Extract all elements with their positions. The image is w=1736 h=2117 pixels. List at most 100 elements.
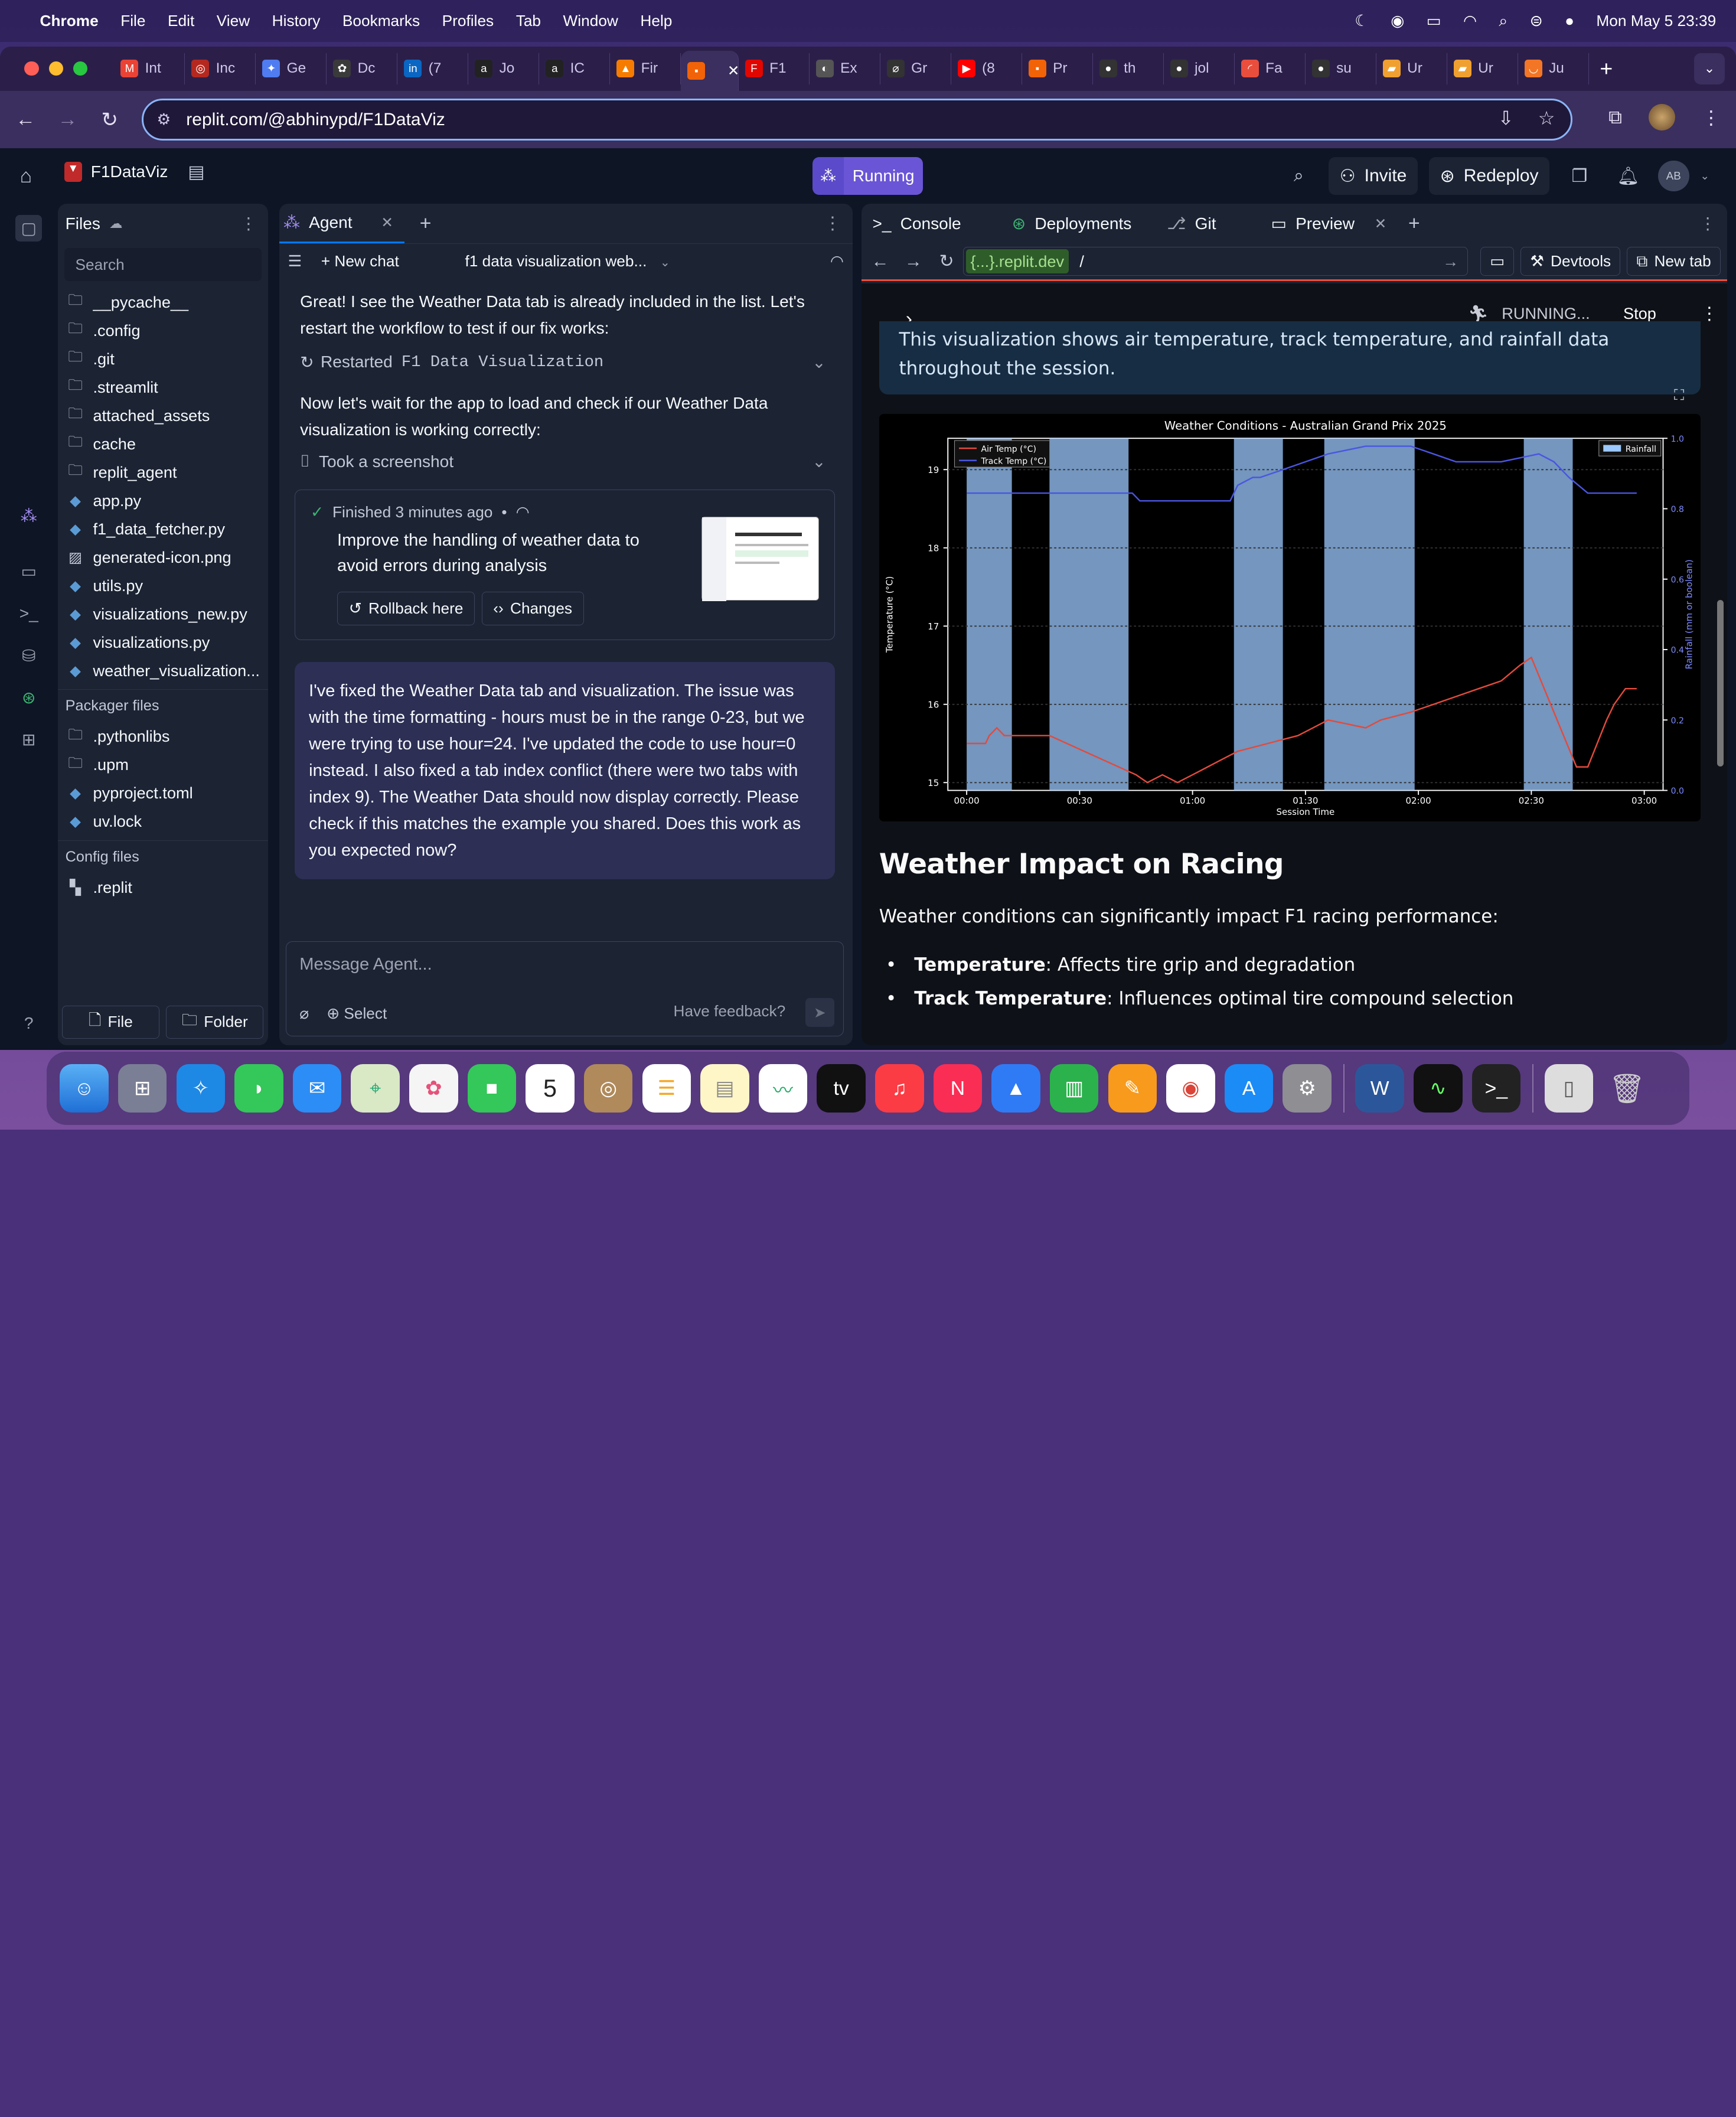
rollback-button[interactable]: ↺ Rollback here	[337, 592, 475, 625]
action-restarted[interactable]: ↻ Restarted F1 Data Visualization ⌄	[279, 345, 853, 379]
chrome-tab[interactable]: F F1	[739, 53, 810, 84]
file-tree-item[interactable]: 🗀︎ cache	[58, 430, 268, 458]
zoom-window-button[interactable]	[73, 61, 88, 76]
menu-window[interactable]: Window	[563, 12, 618, 30]
file-tree-item[interactable]: 🗀︎ .pythonlibs	[58, 722, 268, 751]
menu-file[interactable]: File	[120, 12, 145, 30]
tab-agent[interactable]: ⁂ Agent ✕	[279, 204, 404, 243]
tab-preview[interactable]: ▭ Preview ✕	[1260, 204, 1404, 244]
close-tab-icon[interactable]: ✕	[1375, 215, 1386, 233]
user-avatar[interactable]: AB	[1658, 160, 1689, 192]
bookmark-star-icon[interactable]: ☆	[1538, 107, 1555, 129]
file-tree-item[interactable]: ◆ weather_visualization...	[58, 657, 268, 685]
files-search-input[interactable]: Search	[64, 248, 262, 282]
select-button[interactable]: ⊕ Select	[327, 1004, 387, 1023]
chat-list-icon[interactable]: ☰	[288, 252, 321, 270]
action-screenshot[interactable]: ⌷ Took a screenshot ⌄	[279, 445, 853, 478]
devtools-button[interactable]: ⚒ Devtools	[1520, 247, 1621, 276]
chrome-tab[interactable]: ◜ Fa	[1235, 53, 1306, 84]
menu-view[interactable]: View	[217, 12, 250, 30]
agent-composer[interactable]: Message Agent... ⌀ ⊕ Select Have feedbac…	[285, 941, 844, 1036]
app-store-icon[interactable]: A	[1224, 1064, 1274, 1113]
duplicate-icon[interactable]: ❐	[1561, 157, 1598, 195]
bell-icon[interactable]: 🔔︎	[1610, 157, 1647, 195]
changes-button[interactable]: ‹› Changes	[481, 592, 584, 625]
menu-history[interactable]: History	[272, 12, 321, 30]
chat-title-dropdown[interactable]: f1 data visualization web... ⌄	[465, 252, 670, 270]
preview-back-icon[interactable]: ←	[864, 252, 897, 272]
close-tab-icon[interactable]: ✕	[381, 214, 393, 231]
site-settings-icon[interactable]: ⚙	[157, 110, 171, 129]
new-tab-button[interactable]: ⧉ New tab	[1627, 247, 1721, 276]
panel-menu-kebab-icon[interactable]: ⋮	[1699, 214, 1716, 233]
mail-icon[interactable]: ✉	[292, 1064, 342, 1113]
database-icon[interactable]: ▤	[188, 162, 204, 182]
profile-avatar[interactable]	[1648, 104, 1675, 131]
tab-search-chevron-icon[interactable]: ⌄	[1693, 53, 1725, 84]
go-arrow-icon[interactable]: →	[1443, 252, 1458, 271]
terminal-icon[interactable]: >_	[1471, 1064, 1521, 1113]
file-tree-item[interactable]: ◆ f1_data_fetcher.py	[58, 515, 268, 543]
address-url[interactable]: replit.com/@abhinypd/F1DataViz	[186, 110, 445, 130]
reminders-icon[interactable]: ☰	[642, 1064, 691, 1113]
chrome-tab[interactable]: ✿ Dc	[327, 53, 398, 84]
safari-icon[interactable]: ✧	[176, 1064, 225, 1113]
moon-icon[interactable]: ☾	[1355, 12, 1369, 30]
tab-deployments[interactable]: ⊛ Deployments	[1001, 204, 1156, 244]
tab-git[interactable]: ⎇ Git	[1156, 204, 1260, 244]
agent-tool-icon[interactable]: ⁂	[15, 503, 42, 529]
chrome-tab[interactable]: ▪ ✕	[681, 51, 739, 91]
file-tree-item[interactable]: ◆ utils.py	[58, 572, 268, 600]
database-tool-icon[interactable]: ⛁	[15, 642, 42, 669]
extensions-puzzle-icon[interactable]: ⧉	[1608, 106, 1622, 129]
menu-help[interactable]: Help	[640, 12, 672, 30]
new-tab-plus-icon[interactable]: +	[1600, 56, 1613, 81]
keynote-icon[interactable]: ▲	[991, 1064, 1040, 1113]
files-tool-icon[interactable]: ▢	[15, 214, 43, 242]
message-agent-input[interactable]: Message Agent...	[299, 955, 432, 974]
trash-icon[interactable]: 🗑︎	[1603, 1064, 1652, 1113]
preview-path[interactable]: /	[1079, 252, 1084, 271]
close-window-button[interactable]	[24, 61, 39, 76]
stop-button[interactable]: Stop	[1623, 304, 1656, 323]
file-tree-item[interactable]: ◆ pyproject.toml	[58, 779, 268, 807]
chrome-icon[interactable]: ◉	[1166, 1064, 1215, 1113]
launchpad-icon[interactable]: ⊞	[118, 1064, 167, 1113]
chrome-tab[interactable]: ▰ Ur	[1376, 53, 1447, 84]
address-bar[interactable]: ⚙ replit.com/@abhinypd/F1DataViz ⇩ ☆	[142, 98, 1572, 141]
chrome-tab[interactable]: a Jo	[468, 53, 540, 84]
menu-bookmarks[interactable]: Bookmarks	[342, 12, 420, 30]
apple-tv-icon[interactable]: tv	[817, 1064, 866, 1113]
chrome-tab[interactable]: ● su	[1306, 53, 1376, 84]
app-menu-kebab-icon[interactable]: ⋮	[1701, 304, 1718, 324]
fullscreen-icon[interactable]: ⛶	[1674, 387, 1684, 404]
chrome-tab[interactable]: ◐ Ex	[810, 53, 880, 84]
paperclip-icon[interactable]: ⌀	[299, 1004, 309, 1023]
control-center-icon[interactable]: ⊜	[1530, 12, 1543, 30]
menu-tab[interactable]: Tab	[516, 12, 541, 30]
agent-menu-kebab-icon[interactable]: ⋮	[824, 213, 841, 234]
reload-icon[interactable]: ↻	[89, 108, 130, 132]
messages-icon[interactable]: ◗	[234, 1064, 283, 1113]
add-tab-plus-icon[interactable]: +	[420, 212, 432, 235]
chrome-menu-kebab-icon[interactable]: ⋮	[1702, 106, 1721, 129]
freeform-icon[interactable]: 〰	[758, 1064, 808, 1113]
all-tools-grid-icon[interactable]: ⊞	[15, 726, 42, 753]
news-icon[interactable]: N	[933, 1064, 983, 1113]
file-tree-item[interactable]: ◆ uv.lock	[58, 807, 268, 836]
pages-icon[interactable]: ✎	[1108, 1064, 1157, 1113]
device-toggle-button[interactable]: ▭	[1480, 247, 1514, 276]
file-tree-item[interactable]: 🗀︎ .config	[58, 317, 268, 345]
console-tool-icon[interactable]: >_	[15, 600, 42, 627]
activity-monitor-icon[interactable]: ∿	[1414, 1064, 1463, 1113]
chevron-down-icon[interactable]: ⌄	[812, 353, 826, 372]
menu-app-name[interactable]: Chrome	[40, 12, 99, 30]
project-switcher[interactable]: ▼ F1DataViz ▤	[64, 162, 205, 182]
file-tree-item[interactable]: ▚ .replit	[58, 873, 268, 902]
send-icon[interactable]: ➤	[805, 998, 834, 1027]
preview-reload-icon[interactable]: ↻	[930, 251, 963, 272]
preview-forward-icon[interactable]: →	[897, 252, 930, 272]
photos-icon[interactable]: ✿	[409, 1064, 458, 1113]
chrome-tab[interactable]: a IC	[539, 53, 611, 84]
word-icon[interactable]: W	[1355, 1064, 1404, 1113]
